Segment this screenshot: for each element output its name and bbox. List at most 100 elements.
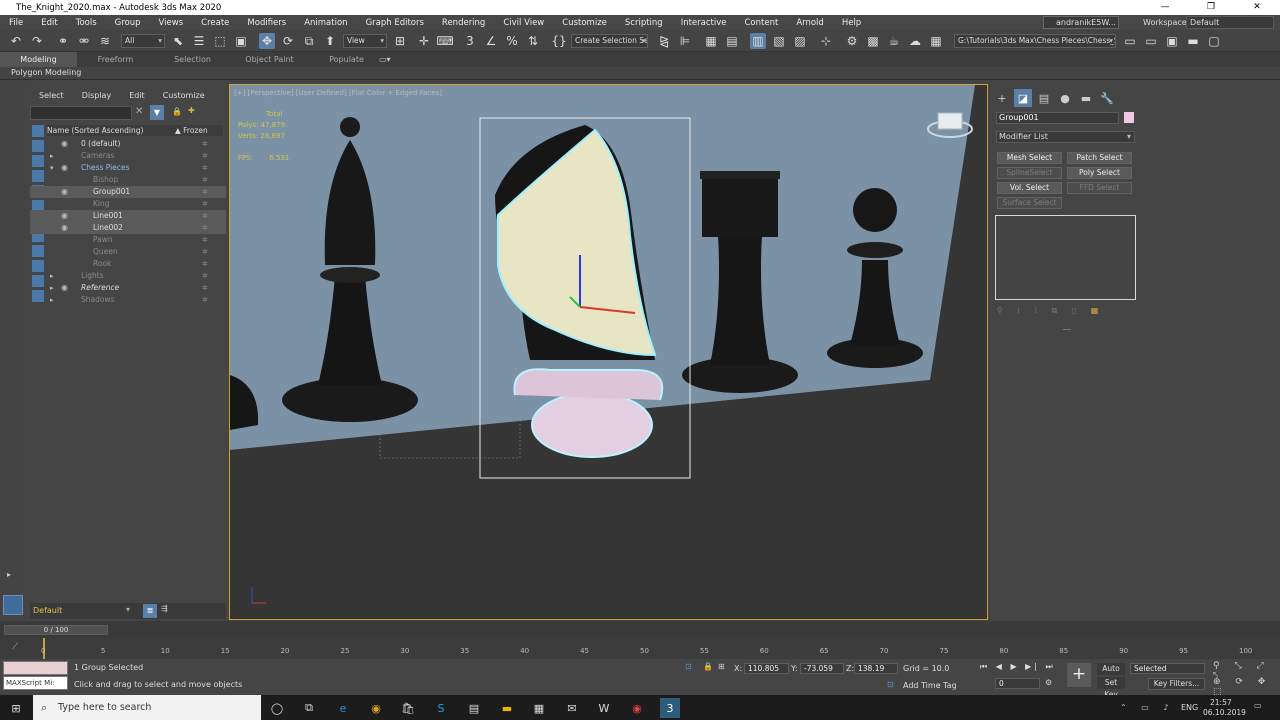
ribbon-tab-populate[interactable]: Populate	[308, 52, 385, 67]
polygon-modeling-label[interactable]: Polygon Modeling	[11, 68, 81, 77]
spinner-snap-icon[interactable]: ⇅	[525, 33, 541, 49]
sort-by-hierarchy-icon[interactable]: ⇶	[161, 604, 168, 613]
percent-snap-icon[interactable]: %	[504, 33, 520, 49]
maxscript-listener-top[interactable]	[3, 661, 68, 675]
motion-tab-icon[interactable]: ●	[1056, 89, 1074, 107]
x-coord-field[interactable]: 110.805	[744, 663, 789, 674]
menu-tools[interactable]: Tools	[67, 18, 106, 28]
stack-tools-icons[interactable]: ⚲ ⁞ ⁞ ⧉ ▯ ▦	[997, 306, 1137, 318]
set-key-button[interactable]: Set Key	[1097, 677, 1125, 699]
menu-arnold[interactable]: Arnold	[787, 18, 833, 28]
modifier-list-dropdown[interactable]: Modifier List	[996, 131, 1135, 143]
task-view-2-icon[interactable]: ⧉	[299, 698, 319, 718]
folder-icon[interactable]: ▬	[497, 698, 517, 718]
curve-editor-icon[interactable]: ▧	[771, 33, 787, 49]
explorer-icon[interactable]: ▤	[464, 698, 484, 718]
spline-select-button[interactable]: SplineSelect	[997, 167, 1062, 179]
scene-search-input[interactable]	[30, 106, 132, 120]
store-icon[interactable]: 🛍	[398, 698, 418, 718]
menu-interactive[interactable]: Interactive	[672, 18, 736, 28]
poly-select-button[interactable]: Poly Select	[1067, 167, 1132, 179]
menu-customize[interactable]: Customize	[553, 18, 616, 28]
render-in-cloud-icon[interactable]: ☁	[907, 33, 923, 49]
mail-icon[interactable]: ✉	[562, 698, 582, 718]
angle-snap-icon[interactable]: ∠	[483, 33, 499, 49]
filter-icon[interactable]: ▼	[150, 105, 164, 120]
place-icon[interactable]: ⬆	[322, 33, 338, 49]
compact-icon[interactable]: ▬	[1185, 33, 1201, 49]
current-frame-field[interactable]: 0	[995, 678, 1040, 689]
keyboard-shortcut-icon[interactable]: ⌨	[436, 33, 453, 49]
tray-icons[interactable]: ⌃ ▭ ♪	[1120, 703, 1174, 712]
selection-lock-icon[interactable]: 🔒	[703, 662, 713, 671]
ribbon-tab-object-paint[interactable]: Object Paint	[231, 52, 308, 67]
ribbon-tab-selection[interactable]: Selection	[154, 52, 231, 67]
unlink-icon[interactable]: ⚮	[76, 33, 92, 49]
utilities-tab-icon[interactable]: 🔧	[1098, 89, 1116, 107]
clock-date[interactable]: 06.10.2019	[1203, 708, 1246, 717]
menu-modifiers[interactable]: Modifiers	[238, 18, 295, 28]
hierarchy-tab-icon[interactable]: ▤	[1035, 89, 1053, 107]
rendered-frame-window-icon[interactable]: ▩	[865, 33, 881, 49]
bind-space-warp-icon[interactable]: ≋	[97, 33, 113, 49]
ribbon-options-icon[interactable]: ▭▾	[379, 52, 391, 67]
skype-icon[interactable]: S	[431, 698, 451, 718]
scene-row-king[interactable]: King ✲	[30, 198, 226, 210]
workspaces-dropdown[interactable]: Default	[1186, 16, 1274, 29]
task-view-icon[interactable]: ◯	[267, 698, 287, 718]
y-coord-field[interactable]: -73.059	[800, 663, 844, 674]
sort-by-layer-icon[interactable]: ≣	[143, 604, 157, 618]
display-geometry-icon[interactable]	[32, 125, 44, 137]
scene-row-shadows[interactable]: ▸ Shadows ✲	[30, 294, 226, 306]
time-config-icon[interactable]: ⚙	[1045, 678, 1052, 687]
edit-named-sets-icon[interactable]: {}	[551, 33, 567, 49]
project-folder-icon[interactable]: ▭	[1122, 33, 1138, 49]
expand-arrow-icon[interactable]: ▸	[7, 570, 11, 579]
mesh-select-button[interactable]: Mesh Select	[997, 152, 1062, 164]
a360-gallery-icon[interactable]: ▦	[928, 33, 944, 49]
notifications-icon[interactable]: ▭	[1254, 701, 1262, 710]
select-and-rotate-icon[interactable]: ⟳	[280, 33, 296, 49]
viewport-layout-icon[interactable]	[3, 595, 23, 615]
rect-selection-icon[interactable]: ⬚	[212, 33, 228, 49]
menu-group[interactable]: Group	[106, 18, 150, 28]
mirror-icon[interactable]: ⧎	[656, 33, 672, 49]
ref-coord-dropdown[interactable]: View	[343, 34, 387, 48]
select-and-move-icon[interactable]: ✥	[259, 33, 275, 49]
scene-menu-edit[interactable]: Edit	[120, 89, 154, 103]
menu-create[interactable]: Create	[192, 18, 238, 28]
viewport-label[interactable]: [+] [Perspective] [User Defined] [Flat C…	[234, 89, 442, 97]
scene-row-lights[interactable]: ▸ Lights ✲	[30, 270, 226, 282]
asset-tracking-icon[interactable]: ▣	[1164, 33, 1180, 49]
window-crossing-icon[interactable]: ▣	[233, 33, 249, 49]
clock-time[interactable]: 21:57	[1210, 698, 1232, 707]
schematic-view-icon[interactable]: ▨	[792, 33, 808, 49]
scene-row-group001[interactable]: ◉ Group001 ✲	[30, 186, 226, 198]
auto-key-button[interactable]: Auto Key	[1097, 663, 1125, 685]
snaps-toggle-icon[interactable]: 3	[462, 33, 478, 49]
menu-help[interactable]: Help	[833, 18, 870, 28]
absolute-mode-icon[interactable]: ⊞	[718, 662, 725, 671]
user-account-dropdown[interactable]: andranikE5W...	[1043, 16, 1119, 29]
link-icon[interactable]: ⚭	[55, 33, 71, 49]
object-color-swatch[interactable]	[1124, 112, 1134, 123]
clear-search-icon[interactable]: ✕	[135, 106, 143, 117]
maximize-button[interactable]: ❐	[1188, 0, 1234, 15]
current-layer-dropdown[interactable]: Default	[33, 606, 62, 615]
menu-file[interactable]: File	[0, 18, 32, 28]
language-indicator[interactable]: ENG	[1181, 703, 1198, 712]
select-object-icon[interactable]: ⬉	[170, 33, 186, 49]
menu-rendering[interactable]: Rendering	[433, 18, 494, 28]
patch-select-button[interactable]: Patch Select	[1067, 152, 1132, 164]
select-and-scale-icon[interactable]: ⧉	[301, 33, 317, 49]
perspective-viewport[interactable]: [+] [Perspective] [User Defined] [Flat C…	[229, 84, 988, 620]
viewport-nav-icons-2[interactable]: ⊕ ⟳ ✥ ⬚	[1213, 677, 1280, 697]
material-editor-icon[interactable]: ⊹	[818, 33, 834, 49]
render-setup-icon[interactable]: ⚙	[844, 33, 860, 49]
select-manipulate-icon[interactable]: ✛	[416, 33, 432, 49]
menu-views[interactable]: Views	[150, 18, 193, 28]
ribbon-tab-freeform[interactable]: Freeform	[77, 52, 154, 67]
toggle-scene-explorer-icon[interactable]: ▦	[703, 33, 719, 49]
scene-row-pawn[interactable]: Pawn ✲	[30, 234, 226, 246]
set-key-icon[interactable]: +	[1067, 663, 1091, 687]
